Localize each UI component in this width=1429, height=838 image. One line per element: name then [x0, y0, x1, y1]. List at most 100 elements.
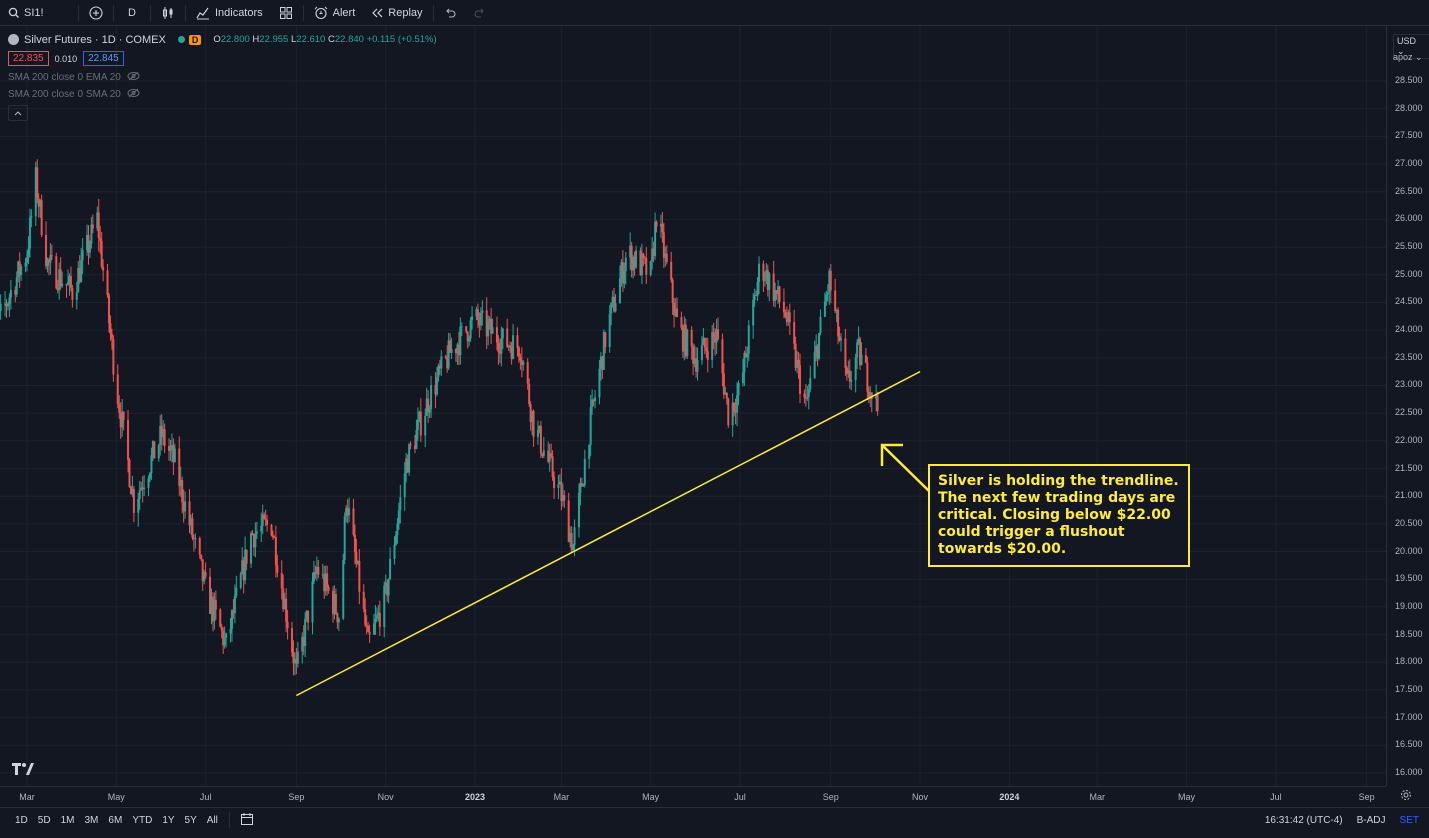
candle-up — [8, 297, 11, 304]
replay-label: Replay — [388, 6, 423, 19]
collapse-legend-button[interactable] — [8, 104, 28, 121]
candle-down — [116, 374, 119, 405]
chart-annotation-note[interactable]: Silver is holding the trendline. The nex… — [928, 464, 1190, 567]
candle-down — [788, 312, 791, 323]
candle-up — [608, 313, 611, 348]
candle-up — [374, 618, 377, 624]
time-axis[interactable]: Mar May Jul Sep Nov 2023 Mar May Jul Sep Nov 2024 Ma… — [0, 786, 1386, 807]
adjustment-toggle[interactable]: B-ADJ — [1357, 815, 1386, 826]
market-status: D — [177, 34, 202, 45]
price-tick-label: 21.000 — [1395, 490, 1423, 501]
candle-down — [793, 322, 796, 344]
candle-down — [864, 354, 867, 363]
candle-up — [396, 523, 399, 535]
price-tick-label: 28.500 — [1395, 75, 1423, 85]
indicator-row-2[interactable]: SMA 200 close 0 SMA 20 — [8, 86, 437, 103]
indicators-button[interactable]: Indicators — [188, 0, 271, 25]
candle-up — [88, 243, 91, 253]
candle-up — [75, 292, 78, 300]
eye-hidden-icon[interactable] — [127, 71, 140, 84]
candle-up — [399, 497, 402, 511]
session-toggle[interactable]: SET — [1400, 815, 1419, 826]
candle-up — [583, 459, 586, 485]
chart-settings-button[interactable] — [1400, 789, 1412, 804]
range-button-6m[interactable]: 6M — [103, 815, 127, 826]
candle-up — [500, 338, 503, 354]
candle-down — [286, 621, 289, 629]
tradingview-logo[interactable] — [12, 762, 34, 779]
candle-up — [594, 397, 597, 402]
undo-button[interactable] — [436, 0, 465, 25]
top-toolbar: SI1! D Indicators Alert Replay — [0, 0, 1429, 26]
candle-down — [219, 609, 222, 627]
price-tick-label: 17.000 — [1395, 711, 1423, 722]
indicators-icon — [196, 6, 210, 20]
time-tick-label: Jul — [199, 792, 212, 802]
range-button-ytd[interactable]: YTD — [127, 815, 157, 826]
divider — [113, 4, 114, 21]
candle-up — [15, 277, 18, 295]
candle-down — [676, 308, 679, 318]
price-tick-label: 26.500 — [1395, 185, 1423, 196]
candle-down — [334, 594, 337, 614]
range-button-5d[interactable]: 5D — [33, 815, 56, 826]
candle-up — [440, 356, 443, 369]
candle-up — [311, 581, 314, 623]
candle-up — [654, 221, 657, 257]
clock-timezone[interactable]: 16:31:42 (UTC-4) — [1265, 815, 1343, 826]
candle-down — [876, 394, 879, 411]
candle-up — [343, 516, 346, 561]
price-tick-label: 21.500 — [1395, 462, 1423, 473]
price-chart[interactable] — [0, 26, 1386, 786]
candle-up — [372, 623, 375, 635]
silver-logo-icon — [8, 34, 19, 45]
indicator-row-1[interactable]: SMA 200 close 0 EMA 20 — [8, 69, 437, 86]
candle-up — [588, 444, 591, 460]
interval-button[interactable]: D — [116, 0, 148, 25]
alert-button[interactable]: Alert — [306, 0, 364, 25]
candle-up — [416, 419, 419, 431]
sell-price-button[interactable]: 22.835 — [8, 51, 49, 66]
scale-mode-selector[interactable]: apoz ⌄ — [1393, 52, 1423, 63]
candle-down — [118, 404, 121, 413]
candle-up — [557, 484, 560, 488]
candle-up — [572, 545, 575, 551]
candle-up — [157, 444, 160, 459]
redo-button[interactable] — [465, 0, 494, 25]
date-range-buttons: 1D 5D 1M 3M 6M YTD 1Y 5Y All — [0, 815, 223, 826]
range-button-1m[interactable]: 1M — [56, 815, 80, 826]
candle-down — [220, 626, 223, 631]
buy-price-button[interactable]: 22.845 — [83, 51, 124, 66]
price-tick-label: 16.000 — [1395, 767, 1423, 777]
compare-symbol-button[interactable] — [81, 0, 111, 25]
range-button-1d[interactable]: 1D — [10, 815, 33, 826]
candle-up — [143, 487, 146, 489]
candle-down — [799, 365, 802, 394]
candle-up — [758, 263, 761, 283]
candle-down — [550, 453, 553, 457]
symbol-legend-row[interactable]: Silver Futures · 1D · COMEX D O22.800 H2… — [8, 31, 437, 48]
price-tick-label: 22.500 — [1395, 407, 1423, 418]
eye-hidden-icon[interactable] — [127, 88, 140, 101]
candle-down — [327, 586, 330, 591]
candle-up — [0, 303, 2, 311]
price-axis[interactable]: USD ⌄ apoz ⌄ 28.500 28.000 27.500 27.000 26.… — [1386, 26, 1429, 786]
chart-type-button[interactable] — [153, 0, 183, 25]
range-button-1y[interactable]: 1Y — [157, 815, 179, 826]
candle-down — [245, 549, 248, 564]
range-button-5y[interactable]: 5Y — [180, 815, 202, 826]
range-button-all[interactable]: All — [202, 815, 223, 826]
candle-up — [471, 316, 474, 321]
candle-up — [20, 266, 23, 276]
candle-up — [459, 326, 462, 356]
candle-up — [408, 444, 411, 473]
candle-up — [147, 478, 150, 488]
replay-button[interactable]: Replay — [363, 0, 430, 25]
candle-up — [491, 327, 494, 334]
go-to-date-button[interactable] — [232, 812, 262, 829]
price-tick-label: 19.500 — [1395, 573, 1423, 584]
divider — [149, 4, 151, 21]
symbol-search[interactable]: SI1! — [0, 0, 76, 25]
layouts-button[interactable] — [271, 0, 301, 25]
range-button-3m[interactable]: 3M — [80, 815, 104, 826]
